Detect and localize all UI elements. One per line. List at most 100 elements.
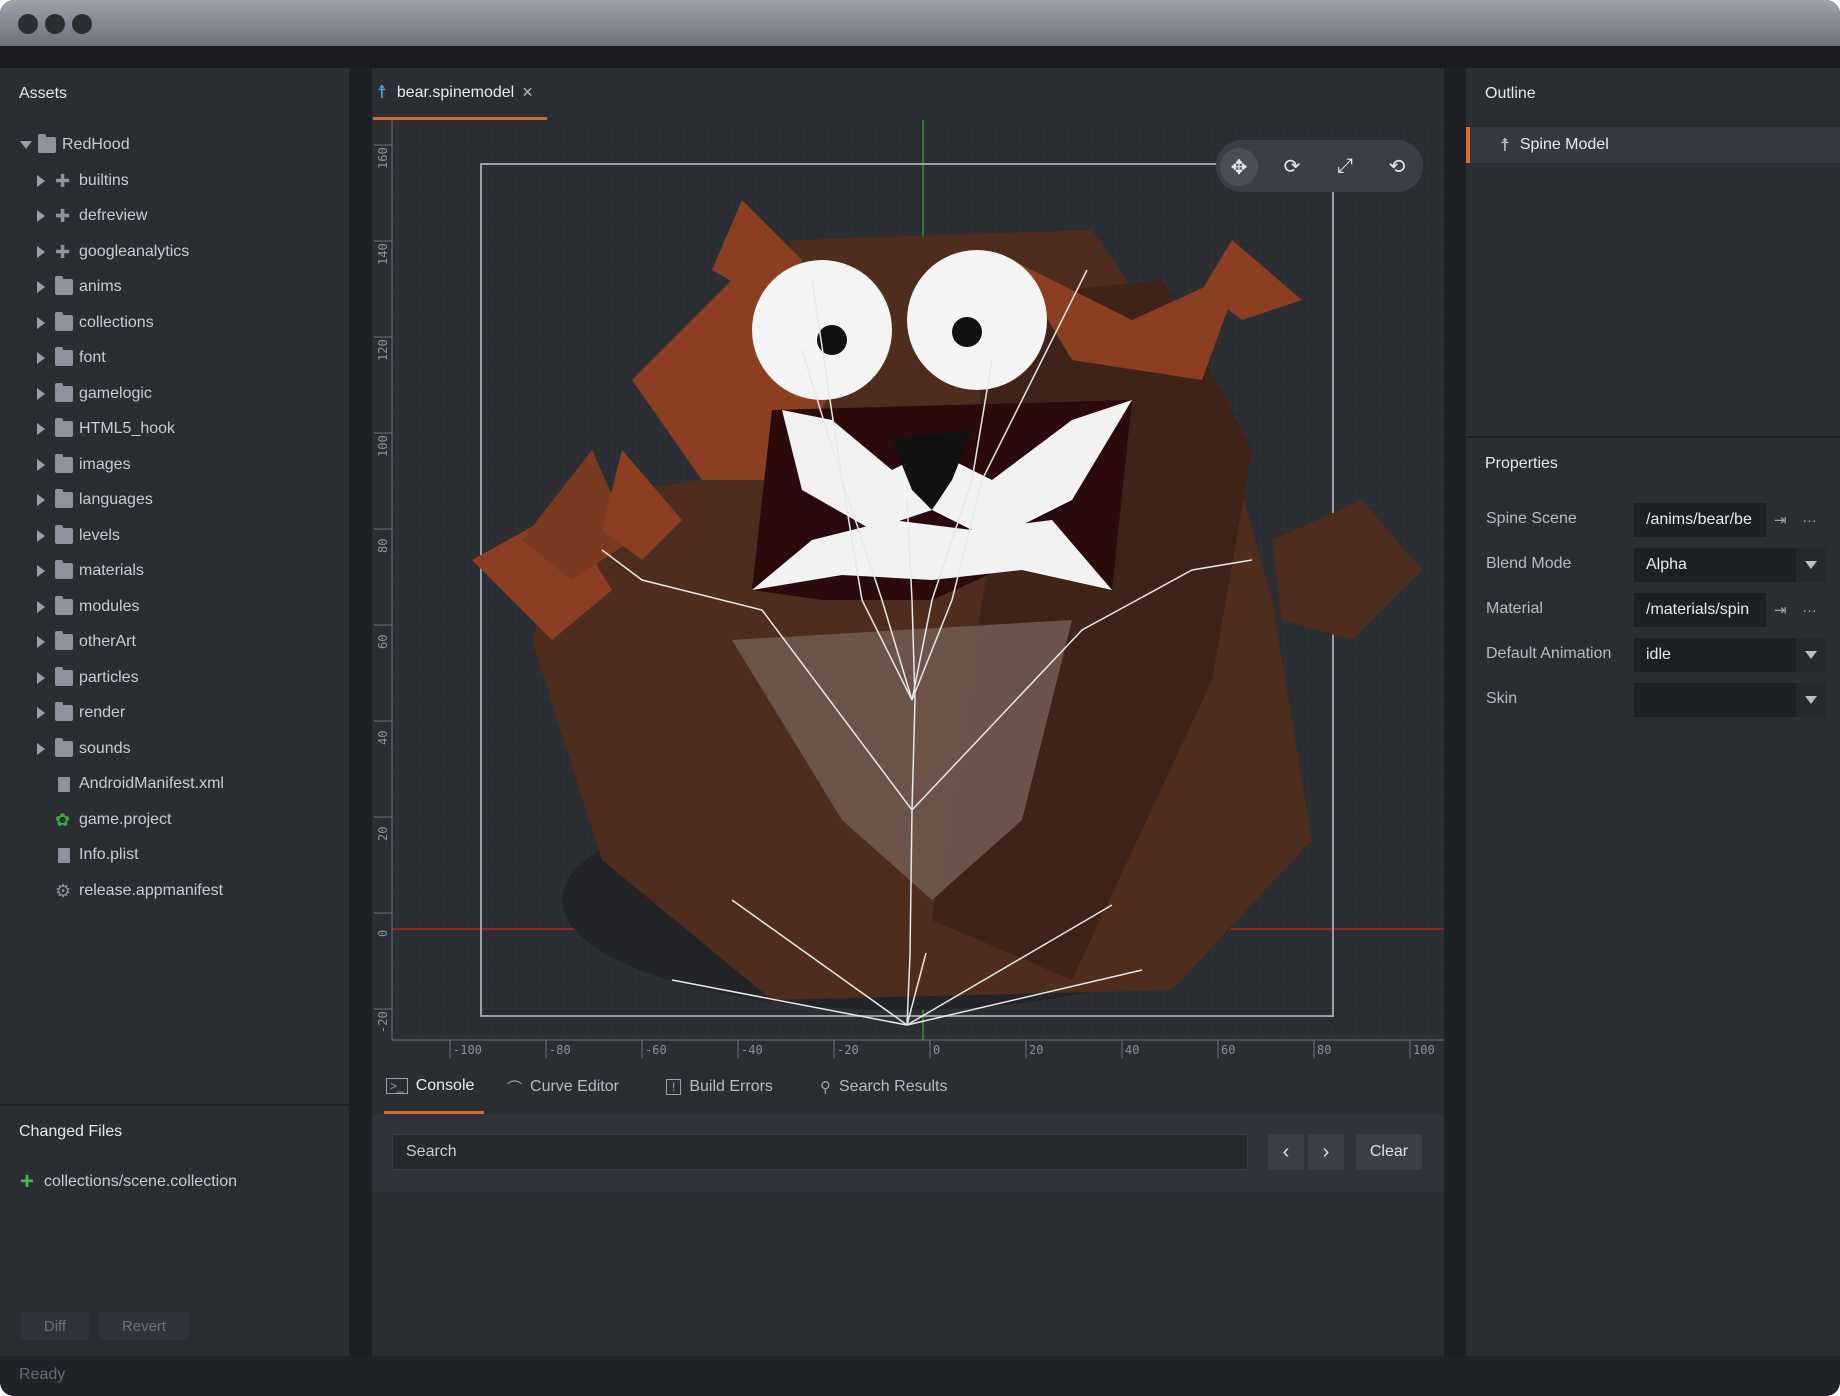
tab-build-errors[interactable]: ! Build Errors [666,1060,773,1114]
tree-item-modules[interactable]: modules [0,592,349,622]
y-tick-label: 40 [376,731,390,745]
tree-item-languages[interactable]: languages [0,485,349,515]
x-tick-label: -60 [645,1043,667,1057]
tab-bear-spinemodel[interactable]: ☨ bear.spinemodel × [373,68,547,120]
console-search-input[interactable]: Search [392,1134,1248,1170]
build-errors-icon: ! [666,1079,682,1095]
tree-item-collections[interactable]: collections [0,308,349,338]
search-placeholder: Search [406,1143,457,1160]
tree-item-anims[interactable]: anims [0,272,349,302]
tree-item-androidmanifest-xml[interactable]: AndroidManifest.xml [0,769,349,799]
tree-item-label: font [79,349,106,366]
folder-icon [55,702,73,721]
tree-item-particles[interactable]: particles [0,663,349,693]
rotate-tool-button[interactable]: ⟳ [1278,152,1306,180]
assets-title: Assets [19,85,68,102]
x-tick-label: 80 [1317,1043,1331,1057]
y-tick-label: -20 [376,1011,390,1033]
spine-model-icon: ☨ [1500,134,1510,155]
browse-resource-icon[interactable]: … [1802,599,1817,616]
chevron-right-icon[interactable] [37,245,45,258]
chevron-right-icon[interactable] [37,352,45,364]
minimize-window-button[interactable] [45,14,65,34]
tree-item-sounds[interactable]: sounds [0,734,349,764]
close-tab-icon[interactable]: × [522,82,533,103]
y-tick-label: 140 [376,243,390,265]
chevron-down-icon[interactable] [20,141,32,149]
console-icon: >_ [386,1077,408,1094]
clear-button[interactable]: Clear [1356,1134,1422,1170]
search-prev-button[interactable]: ‹ [1268,1134,1304,1170]
chevron-right-icon[interactable] [37,565,45,577]
tree-item-html5-hook[interactable]: HTML5_hook [0,414,349,444]
close-window-button[interactable] [18,14,38,34]
chevron-right-icon[interactable] [37,210,45,222]
tree-item-label: otherArt [79,633,136,650]
move-tool-button[interactable]: ✥ [1220,148,1258,186]
tab-curve-editor[interactable]: ⌒ Curve Editor [507,1060,619,1114]
gear-icon: ⚙ [55,880,72,901]
properties-title: Properties [1485,455,1558,472]
zoom-window-button[interactable] [72,14,92,34]
changed-file-item[interactable]: + collections/scene.collection [20,1170,237,1194]
chevron-right-icon[interactable] [37,494,45,506]
tree-item-levels[interactable]: levels [0,521,349,551]
y-tick-label: 120 [376,339,390,361]
blend-mode-select[interactable]: Alpha [1634,548,1826,582]
chevron-right-icon[interactable] [37,316,45,329]
chevron-right-icon[interactable] [37,423,45,435]
tree-item-images[interactable]: images [0,450,349,480]
tab-console-label: Console [415,1076,475,1094]
tree-item-materials[interactable]: materials [0,556,349,586]
tree-item-render[interactable]: render [0,698,349,728]
tree-item-label: defreview [79,207,148,224]
tree-item-gamelogic[interactable]: gamelogic [0,379,349,409]
material-field[interactable]: /materials/spin [1634,593,1766,627]
x-tick-label: 0 [933,1043,940,1057]
default-animation-select[interactable]: idle [1634,638,1826,672]
chevron-right-icon[interactable] [37,600,45,613]
tree-item-info-plist[interactable]: Info.plist [0,840,349,870]
tree-item-defreview[interactable]: ✚ defreview [0,201,349,231]
open-resource-icon[interactable]: ⇥ [1774,511,1787,529]
diff-button[interactable]: Diff [21,1312,89,1340]
skin-select[interactable] [1634,683,1826,717]
tab-search-results[interactable]: ⚲ Search Results [820,1060,948,1114]
chevron-right-icon[interactable] [37,174,45,187]
chevron-right-icon[interactable] [37,671,45,684]
folder-icon [55,489,73,508]
y-tick-label: 0 [376,930,390,937]
chevron-right-icon[interactable] [37,636,45,648]
spine-scene-field[interactable]: /anims/bear/be [1634,503,1766,537]
tree-item-font[interactable]: font [0,343,349,373]
chevron-right-icon[interactable] [37,707,45,719]
search-next-button[interactable]: › [1308,1134,1344,1170]
tree-item-googleanalytics[interactable]: ✚ googleanalytics [0,237,349,267]
chevron-right-icon[interactable] [37,281,45,293]
tree-item-label: RedHood [62,136,130,153]
tree-item-release-appmanifest[interactable]: ⚙ release.appmanifest [0,876,349,906]
spine-model-icon: ☨ [377,82,387,102]
tree-item-label: collections [79,313,154,331]
tree-item-game-project[interactable]: ✿ game.project [0,805,349,835]
chevron-right-icon[interactable] [37,742,45,755]
folder-icon [55,631,73,650]
open-resource-icon[interactable]: ⇥ [1774,601,1787,619]
scale-tool-button[interactable]: ⤢ [1331,152,1359,180]
tree-item-otherart[interactable]: otherArt [0,627,349,657]
browse-resource-icon[interactable]: … [1802,509,1817,526]
tab-console[interactable]: >_ Console [384,1060,484,1114]
scene-canvas[interactable]: -100 -80 -60 -40 -20 0 20 40 60 80 100 160 140 120 10… [372,120,1444,1060]
x-tick-label: 100 [1413,1043,1435,1057]
scene-viewport[interactable]: -100 -80 -60 -40 -20 0 20 40 60 80 100 160 140 120 10… [372,120,1444,1060]
tree-item-builtins[interactable]: ✚ builtins [0,166,349,196]
scale-icon: ⤢ [1337,154,1353,177]
move-icon: ✥ [1230,156,1248,179]
tree-item-redhood[interactable]: RedHood [0,130,349,160]
perspective-tool-button[interactable]: ⟲ [1383,152,1411,180]
revert-button[interactable]: Revert [99,1312,189,1340]
chevron-right-icon[interactable] [37,529,45,542]
outline-item-spine-model[interactable]: ☨ Spine Model [1466,127,1840,163]
chevron-right-icon[interactable] [37,458,45,471]
chevron-right-icon[interactable] [37,387,45,400]
